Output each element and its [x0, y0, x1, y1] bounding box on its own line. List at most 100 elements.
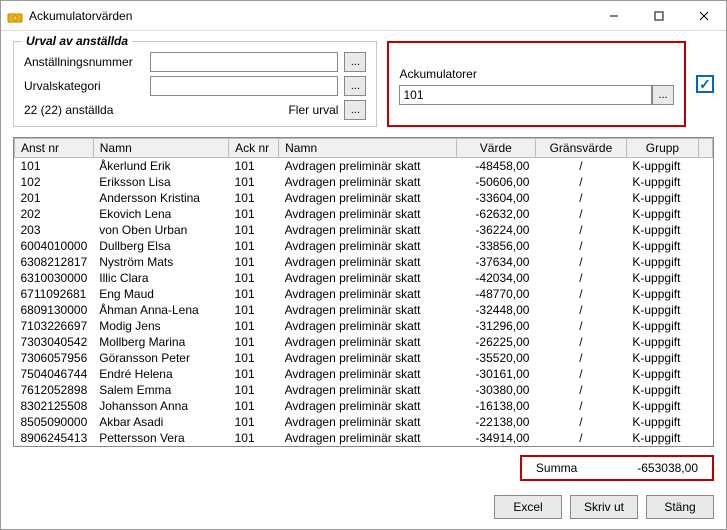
- table-row[interactable]: 8505090000Akbar Asadi101Avdragen prelimi…: [15, 414, 713, 430]
- cell-anst: 203: [15, 222, 94, 238]
- summary-row: Summa -653038,00: [13, 455, 714, 481]
- cell-blank: [699, 382, 713, 398]
- accumulator-input[interactable]: [399, 85, 652, 105]
- cell-group: K-uppgift: [626, 334, 698, 350]
- cell-acknr: 101: [229, 158, 279, 175]
- cell-limit: /: [535, 318, 626, 334]
- summary-label: Summa: [536, 461, 577, 475]
- cell-name: Eriksson Lisa: [93, 174, 228, 190]
- cell-group: K-uppgift: [626, 238, 698, 254]
- close-dialog-button[interactable]: Stäng: [646, 495, 714, 519]
- col-header-name[interactable]: Namn: [93, 139, 228, 158]
- cell-blank: [699, 190, 713, 206]
- table-row[interactable]: 203von Oben Urban101Avdragen preliminär …: [15, 222, 713, 238]
- cell-value: -50606,00: [456, 174, 535, 190]
- table-row[interactable]: 201Andersson Kristina101Avdragen prelimi…: [15, 190, 713, 206]
- cell-value: -30161,00: [456, 366, 535, 382]
- cell-acknr: 101: [229, 382, 279, 398]
- more-selection-button[interactable]: ...: [344, 100, 366, 120]
- cell-value: -30380,00: [456, 382, 535, 398]
- summary-value: -653038,00: [637, 461, 698, 475]
- table-row[interactable]: 7612052898Salem Emma101Avdragen prelimin…: [15, 382, 713, 398]
- window-title: Ackumulatorvärden: [29, 9, 591, 23]
- cell-limit: /: [535, 350, 626, 366]
- cell-group: K-uppgift: [626, 318, 698, 334]
- cell-value: -22138,00: [456, 414, 535, 430]
- cell-name: Andersson Kristina: [93, 190, 228, 206]
- table-row[interactable]: 6809130000Åhman Anna-Lena101Avdragen pre…: [15, 302, 713, 318]
- col-header-value[interactable]: Värde: [456, 139, 535, 158]
- cell-group: K-uppgift: [626, 190, 698, 206]
- cell-anst: 101: [15, 158, 94, 175]
- col-header-acknr[interactable]: Ack nr: [229, 139, 279, 158]
- cell-limit: /: [535, 270, 626, 286]
- close-button[interactable]: [681, 1, 726, 30]
- print-button[interactable]: Skriv ut: [570, 495, 638, 519]
- col-header-group[interactable]: Grupp: [626, 139, 698, 158]
- cell-group: K-uppgift: [626, 430, 698, 446]
- cell-acknr: 101: [229, 366, 279, 382]
- table-row[interactable]: 8906245413Pettersson Vera101Avdragen pre…: [15, 430, 713, 446]
- cell-anst: 6308212817: [15, 254, 94, 270]
- table-row[interactable]: 6308212817Nyström Mats101Avdragen prelim…: [15, 254, 713, 270]
- category-browse-button[interactable]: ...: [344, 76, 366, 96]
- cell-value: -37634,00: [456, 254, 535, 270]
- cell-value: -48770,00: [456, 286, 535, 302]
- table-row[interactable]: 7303040542Mollberg Marina101Avdragen pre…: [15, 334, 713, 350]
- selection-panel: Urval av anställda Anställningsnummer ..…: [13, 41, 377, 127]
- employee-number-browse-button[interactable]: ...: [344, 52, 366, 72]
- col-header-limit[interactable]: Gränsvärde: [535, 139, 626, 158]
- cell-acknr: 101: [229, 222, 279, 238]
- cell-name: Akbar Asadi: [93, 414, 228, 430]
- minimize-button[interactable]: [591, 1, 636, 30]
- employee-number-input[interactable]: [150, 52, 338, 72]
- cell-anst: 8302125508: [15, 398, 94, 414]
- cell-anst: 102: [15, 174, 94, 190]
- cell-acknr: 101: [229, 430, 279, 446]
- cell-limit: /: [535, 382, 626, 398]
- cell-ackname: Avdragen preliminär skatt: [279, 382, 457, 398]
- category-input[interactable]: [150, 76, 338, 96]
- cell-group: K-uppgift: [626, 414, 698, 430]
- selection-count-text: 22 (22) anställda: [24, 103, 113, 117]
- cell-name: Endré Helena: [93, 366, 228, 382]
- cell-blank: [699, 414, 713, 430]
- table-body: 101Åkerlund Erik101Avdragen preliminär s…: [15, 158, 713, 447]
- accumulator-browse-button[interactable]: ...: [652, 85, 674, 105]
- cell-group: K-uppgift: [626, 158, 698, 175]
- cell-ackname: Avdragen preliminär skatt: [279, 206, 457, 222]
- employee-number-row: Anställningsnummer ...: [24, 52, 366, 72]
- cell-value: -34914,00: [456, 430, 535, 446]
- cell-acknr: 101: [229, 302, 279, 318]
- table-row[interactable]: 202Ekovich Lena101Avdragen preliminär sk…: [15, 206, 713, 222]
- excel-button[interactable]: Excel: [494, 495, 562, 519]
- table-row[interactable]: 7504046744Endré Helena101Avdragen prelim…: [15, 366, 713, 382]
- cell-group: K-uppgift: [626, 222, 698, 238]
- col-header-ackname[interactable]: Namn: [279, 139, 457, 158]
- cell-blank: [699, 238, 713, 254]
- col-header-anst[interactable]: Anst nr: [15, 139, 94, 158]
- cell-ackname: Avdragen preliminär skatt: [279, 398, 457, 414]
- cell-blank: [699, 430, 713, 446]
- cell-value: -42034,00: [456, 270, 535, 286]
- cell-name: Pettersson Vera: [93, 430, 228, 446]
- table-row[interactable]: 6004010000Dullberg Elsa101Avdragen preli…: [15, 238, 713, 254]
- cell-anst: 201: [15, 190, 94, 206]
- table-row[interactable]: 6310030000Illic Clara101Avdragen prelimi…: [15, 270, 713, 286]
- col-header-blank: [699, 139, 713, 158]
- cell-value: -48458,00: [456, 158, 535, 175]
- maximize-button[interactable]: [636, 1, 681, 30]
- table-row[interactable]: 7306057956Göransson Peter101Avdragen pre…: [15, 350, 713, 366]
- cell-group: K-uppgift: [626, 286, 698, 302]
- accumulator-checkbox[interactable]: ✓: [696, 75, 714, 93]
- table-row[interactable]: 101Åkerlund Erik101Avdragen preliminär s…: [15, 158, 713, 175]
- cell-blank: [699, 334, 713, 350]
- data-table: Anst nr Namn Ack nr Namn Värde Gränsvärd…: [14, 138, 713, 446]
- cell-group: K-uppgift: [626, 398, 698, 414]
- cell-value: -26225,00: [456, 334, 535, 350]
- table-row[interactable]: 6711092681Eng Maud101Avdragen preliminär…: [15, 286, 713, 302]
- table-row[interactable]: 7103226697Modig Jens101Avdragen prelimin…: [15, 318, 713, 334]
- table-row[interactable]: 102Eriksson Lisa101Avdragen preliminär s…: [15, 174, 713, 190]
- category-label: Urvalskategori: [24, 79, 144, 93]
- table-row[interactable]: 8302125508Johansson Anna101Avdragen prel…: [15, 398, 713, 414]
